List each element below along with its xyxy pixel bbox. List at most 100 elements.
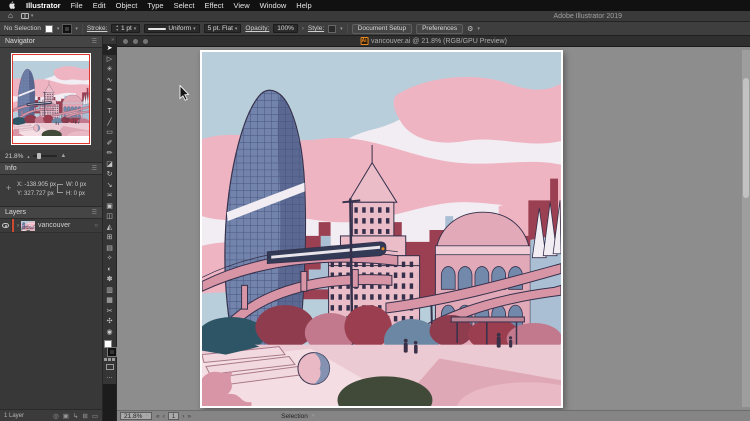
layers-panel-menu-icon[interactable]: ☰ [92,209,97,216]
width-tool[interactable]: ≍ [103,191,116,202]
column-graph-tool[interactable]: ▥ [103,286,116,297]
navigator-zoom-value[interactable]: 21.8% [5,153,23,160]
style-dropdown-icon[interactable]: ▾ [340,26,343,32]
new-layer-icon[interactable]: ⊞ [82,412,87,420]
layers-panel-header[interactable]: Layers ☰ [0,207,102,219]
make-clip-mask-icon[interactable]: ▣ [63,412,69,420]
style-swatch[interactable] [328,25,336,33]
stroke-indicator[interactable] [108,348,116,356]
document-tab[interactable]: Ai vancouver.ai @ 21.8% (RGB/GPU Preview… [360,37,507,45]
opacity-field[interactable]: 100% [273,24,298,33]
status-zoom-select[interactable]: 21.8%▾ [120,412,152,420]
lasso-tool[interactable]: ∿ [103,76,116,87]
layer-visibility-toggle[interactable] [0,219,12,232]
fill-indicator[interactable] [104,340,112,348]
paintbrush-tool[interactable]: ✐ [103,139,116,150]
mesh-tool[interactable]: ⊞ [103,233,116,244]
vertical-scrollbar[interactable] [742,50,750,407]
canvas-pasteboard[interactable] [117,47,750,410]
status-mode-label[interactable]: Selection [281,413,308,420]
shape-builder-tool[interactable]: ◫ [103,212,116,223]
gradient-tool[interactable]: ▤ [103,244,116,255]
pen-tool[interactable]: ✒ [103,86,116,97]
line-segment-tool[interactable]: ╱ [103,118,116,129]
fill-stroke-indicator[interactable] [103,340,117,356]
eyedropper-tool[interactable]: ✧ [103,254,116,265]
info-panel-header[interactable]: Info ☰ [0,163,102,175]
zoom-in-mountains-icon[interactable]: ▲ [60,153,66,159]
first-artboard-icon[interactable]: « [156,413,160,420]
navigator-panel-header[interactable]: Navigator ☰ [0,36,102,48]
curvature-tool[interactable]: ✎ [103,97,116,108]
brush-select[interactable]: 5 pt. Flat▾ [204,24,242,33]
menu-item[interactable]: Object [116,1,138,10]
opacity-label[interactable]: Opacity: [245,25,269,32]
hand-tool[interactable]: ✣ [103,317,116,328]
style-label[interactable]: Style: [308,25,324,32]
menu-item[interactable]: Edit [93,1,106,10]
menu-item[interactable]: File [71,1,83,10]
artboard[interactable] [200,50,563,408]
eraser-tool[interactable]: ◪ [103,160,116,171]
arrange-documents-icon[interactable]: ▾ [21,13,34,19]
magic-wand-tool[interactable]: ✳ [103,65,116,76]
layer-target-icon[interactable]: ○ [94,223,98,229]
info-panel-menu-icon[interactable]: ☰ [92,165,97,172]
new-sublayer-icon[interactable]: ↳ [73,412,78,420]
menu-item[interactable]: Help [296,1,311,10]
slice-tool[interactable]: ✂ [103,307,116,318]
color-mode-buttons[interactable] [103,358,116,361]
control-options-gear-icon[interactable]: ⚙ [467,25,473,33]
stroke-swatch[interactable] [63,25,71,33]
zoom-tool[interactable]: ◉ [103,328,116,339]
perspective-grid-tool[interactable]: ◭ [103,223,116,234]
layer-thumbnail[interactable] [21,221,35,231]
screen-mode-button[interactable] [106,364,114,370]
zoom-out-mountains-icon[interactable]: ▲ [26,154,30,159]
previous-artboard-icon[interactable]: ‹ [163,413,165,420]
document-setup-button[interactable]: Document Setup [352,24,412,34]
artboard-tool[interactable]: ▦ [103,296,116,307]
selection-tool[interactable]: ➤ [103,44,116,55]
edit-toolbar-button[interactable]: … [103,373,116,380]
fill-dropdown-icon[interactable]: ▾ [57,26,60,32]
window-controls[interactable] [123,39,148,44]
layer-expand-icon[interactable]: › [17,223,19,229]
navigator-zoom-slider[interactable] [33,155,57,157]
free-transform-tool[interactable]: ▣ [103,202,116,213]
apple-logo-icon[interactable] [8,1,16,10]
stroke-dropdown-icon[interactable]: ▾ [75,26,78,32]
blend-tool[interactable]: ◐ [103,265,116,276]
vertical-scrollbar-thumb[interactable] [743,78,749,198]
stroke-weight-label[interactable]: Stroke: [87,25,108,32]
home-icon[interactable]: ⌂ [8,12,13,20]
menu-item[interactable]: Type [147,1,163,10]
menu-item[interactable]: Effect [204,1,223,10]
menu-item[interactable]: Window [260,1,287,10]
navigator-view-proxy[interactable] [12,54,90,144]
scale-tool[interactable]: ↘ [103,181,116,192]
next-artboard-icon[interactable]: › [182,413,184,420]
fill-swatch[interactable] [45,25,53,33]
status-mode-dropdown-icon[interactable]: ▾ [312,413,315,419]
menu-item[interactable]: Select [174,1,195,10]
type-tool[interactable]: T [103,107,116,118]
artboard-navigation[interactable]: « ‹ 1 › » [156,412,191,420]
preferences-button[interactable]: Preferences [416,24,463,34]
symbol-sprayer-tool[interactable]: ✽ [103,275,116,286]
locate-object-icon[interactable]: ◎ [53,412,59,420]
navigator-panel-menu-icon[interactable]: ☰ [92,38,97,45]
layer-row-vancouver[interactable]: › vancouver ○ [0,219,102,233]
rectangle-tool[interactable]: ▭ [103,128,116,139]
menu-item[interactable]: Illustrator [26,1,61,10]
direct-selection-tool[interactable]: ▷ [103,55,116,66]
stroke-profile-select[interactable]: Uniform▾ [144,24,199,33]
artboard-number[interactable]: 1 [168,412,180,420]
opacity-chevron-icon[interactable]: › [302,26,304,32]
rotate-tool[interactable]: ↻ [103,170,116,181]
pencil-tool[interactable]: ✏ [103,149,116,160]
delete-selection-icon[interactable]: ▭ [92,412,98,420]
menu-item[interactable]: View [233,1,249,10]
stroke-weight-field[interactable]: ▲▼1 pt▾ [111,24,140,33]
tools-collapse-icon[interactable]: » [103,36,116,44]
